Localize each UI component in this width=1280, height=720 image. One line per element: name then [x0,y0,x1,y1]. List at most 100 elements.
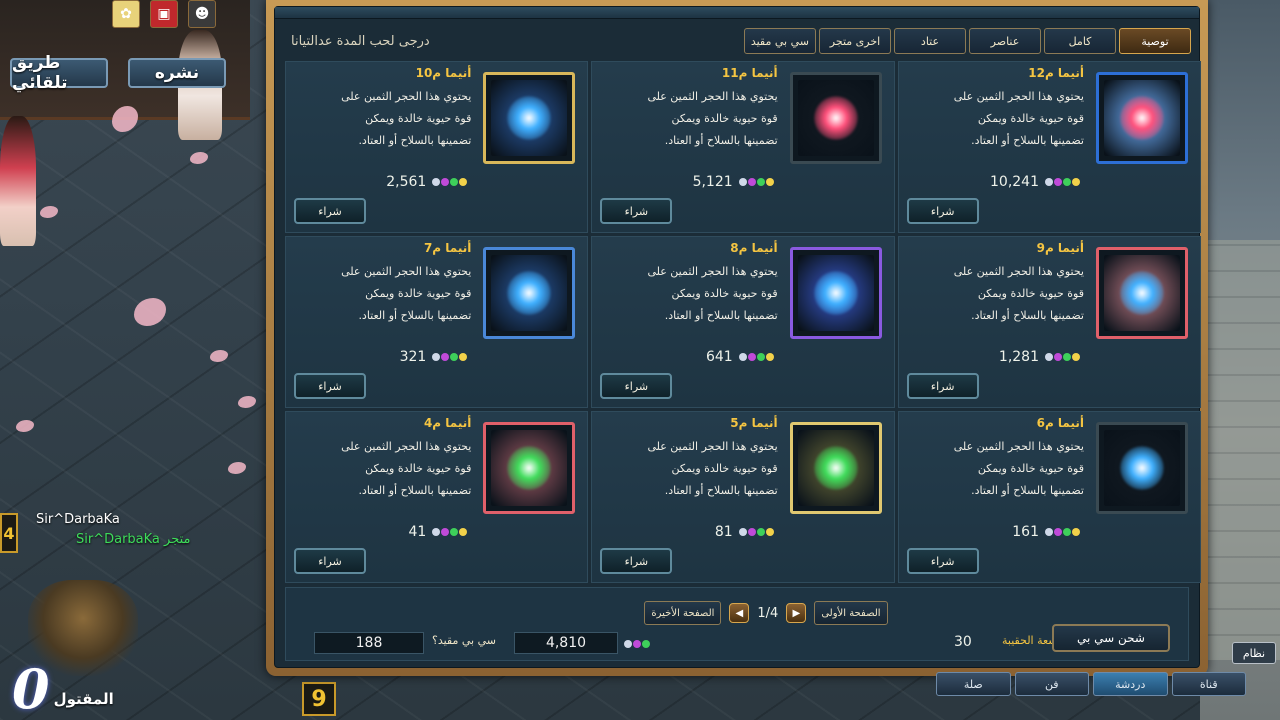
item-name: أنيما م12 [1028,66,1084,80]
blue-anima-orb-icon [1120,446,1164,490]
kill-count: 0 [12,657,50,720]
green-anima-orb-icon [507,446,552,490]
price-row: 41 [292,522,579,542]
publish-button[interactable]: نشره [128,58,226,88]
item-slot[interactable] [789,72,882,164]
stone-path-right [1200,240,1280,660]
item-description-line: تضمينها بالسلاح أو العتاد. [358,309,472,322]
last-page-button[interactable]: الصفحة الأخيرة [644,601,722,625]
item-slot[interactable] [1096,72,1188,164]
kill-counter: 0 المقتول [12,650,122,716]
tab-4[interactable]: اخرى متجر [819,28,891,54]
tab-2[interactable]: عناصر [969,28,1041,54]
cp-gems-icon [432,353,468,361]
item-slot-inner [491,255,568,331]
tab-0[interactable]: توصية [1119,28,1191,54]
item-description-line: يحتوي هذا الحجر الثمين على [953,90,1084,103]
bottom-tab-0[interactable]: قناة [1171,672,1246,696]
shop-item-card: أنيما م8 يحتوي هذا الحجر الثمين على قوة حي… [591,236,895,408]
shop-item-card: أنيما م5 يحتوي هذا الحجر الثمين على قوة حي… [591,411,895,583]
item-name: أنيما م5 [730,416,778,430]
item-description-line: تضمينها بالسلاح أو العتاد. [664,309,778,322]
price-row: 641 [598,347,885,367]
price-row: 321 [292,347,579,367]
item-description-line: يحتوي هذا الحجر الثمين على [953,265,1084,278]
item-slot[interactable] [483,72,576,164]
tab-3[interactable]: عتاد [894,28,966,54]
tab-5[interactable]: سي بي مقيد [743,28,816,54]
item-slot[interactable] [789,422,882,514]
bottom-tab-3[interactable]: صلة [936,672,1011,696]
blue-anima-orb-icon [813,271,858,315]
buy-button[interactable]: شراء [600,198,673,224]
player-name[interactable]: Sir^DarbaKa [36,512,120,527]
price-row: 81 [598,522,885,542]
buy-button[interactable]: شراء [600,373,673,399]
rose-icon[interactable]: ✿ [112,0,140,28]
cp-gems-icon [1045,528,1080,536]
item-description: يحتوي هذا الحجر الثمين على قوة حيوية خالد… [914,261,1084,327]
buy-button[interactable]: شراء [294,373,366,399]
item-price: 2,561 [386,174,427,190]
shop-item-card: أنيما م12 يحتوي هذا الحجر الثمين على قوة ح… [897,61,1201,233]
item-description: يحتوي هذا الحجر الثمين على قوة حيوية خالد… [608,261,778,327]
bottom-tabs: قناة دردشة فن صلة [936,672,1246,698]
auto-path-button[interactable]: طريق تلقائي [10,53,108,93]
buy-button[interactable]: شراء [294,548,366,574]
cp-gems-icon [738,353,774,361]
item-description-line: قوة حيوية خالدة ويمكن [671,287,778,300]
item-name: أنيما م4 [423,416,472,430]
prev-page-icon[interactable]: ◀ [729,603,750,623]
item-slot[interactable] [1096,422,1188,514]
player-name-merchant[interactable]: Sir^DarbaKa متجر [76,532,191,547]
shop-item-card: أنيما م9 يحتوي هذا الحجر الثمين على قوة حي… [897,236,1201,408]
buy-button[interactable]: شراء [906,198,979,224]
shop-item-card: أنيما م11 يحتوي هذا الحجر الثمين على قوة ح… [591,61,895,233]
first-page-button[interactable]: الصفحة الأولى [814,601,888,625]
bottom-tab-1[interactable]: دردشة [1093,672,1168,696]
buy-button[interactable]: شراء [600,548,673,574]
item-slot[interactable] [483,422,576,514]
item-slot-inner [1104,430,1180,506]
item-slot-inner [797,80,874,156]
item-description: يحتوي هذا الحجر الثمين على قوة حيوية خالد… [301,261,471,327]
shop-panel: درجى لحب المدة عدالتيانا سي بي مقيد اخرى … [274,6,1201,668]
shop-item-card: أنيما م4 يحتوي هذا الحجر الثمين على قوة حي… [285,411,589,583]
price-row: 1,281 [905,347,1192,367]
item-description: يحتوي هذا الحجر الثمين على قوة حيوية خالد… [608,86,777,152]
item-description: يحتوي هذا الحجر الثمين على قوة حيوية خالد… [301,436,471,502]
next-page-icon[interactable]: ▶ [786,603,807,623]
item-slot[interactable] [483,247,576,339]
item-price: 5,121 [692,174,733,190]
avatar-icon[interactable]: ☻ [188,0,216,28]
shop-footer: الصفحة الأخيرة ◀ 1/4 ▶ الصفحة الأولى 188… [285,587,1189,661]
player-character[interactable] [0,116,36,246]
item-description-line: يحتوي هذا الحجر الثمين على [341,440,472,453]
item-description-line: يحتوي هذا الحجر الثمين على [953,440,1084,453]
merchant-tag: متجر [164,532,191,547]
bottom-tab-2[interactable]: فن [1014,672,1089,696]
item-slot-inner [797,255,874,331]
recharge-cp-button[interactable]: شحن سي بي [1052,624,1170,652]
item-description-line: قوة حيوية خالدة ويمكن [365,462,472,475]
merchant-player-name: Sir^DarbaKa [76,532,160,547]
buy-button[interactable]: شراء [294,198,366,224]
item-price: 1,281 [998,349,1039,365]
tab-1[interactable]: كامل [1044,28,1116,54]
item-description-line: تضمينها بالسلاح أو العتاد. [971,484,1084,497]
cp-gems-icon [738,528,774,536]
item-description-line: تضمينها بالسلاح أو العتاد. [971,134,1084,147]
buy-button[interactable]: شراء [906,373,979,399]
item-name: أنيما م11 [721,66,778,80]
item-slot[interactable] [1096,247,1188,339]
item-slot[interactable] [789,247,882,339]
item-price: 41 [408,524,427,540]
buy-button[interactable]: شراء [906,548,979,574]
item-description: يحتوي هذا الحجر الثمين على قوة حيوية خالد… [608,436,777,502]
cp-balance: 4,810 [514,632,618,654]
cp-gems-icon [624,640,650,648]
system-button[interactable]: نظام [1232,642,1276,664]
shop-header: درجى لحب المدة عدالتيانا سي بي مقيد اخرى … [283,23,1191,59]
blue-anima-orb-icon [1120,271,1164,315]
gift-box-icon[interactable]: ▣ [150,0,178,28]
